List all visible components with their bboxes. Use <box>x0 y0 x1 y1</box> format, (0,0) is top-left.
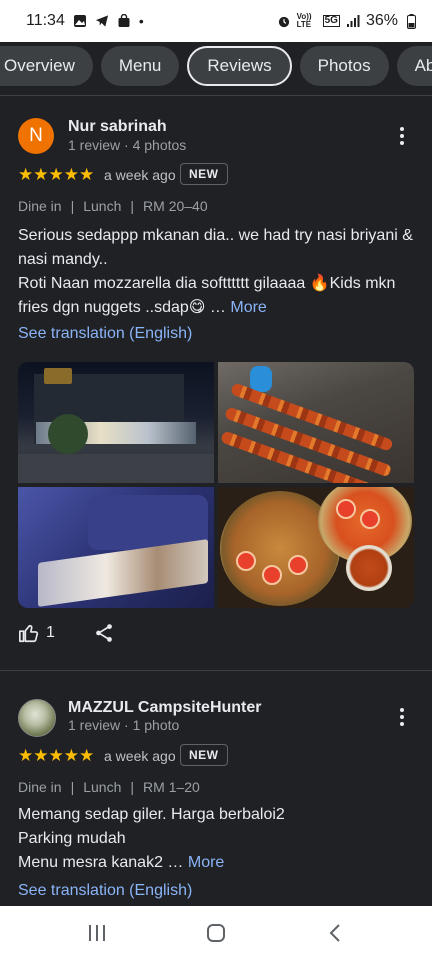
review-photo-satay-grill[interactable] <box>218 362 414 483</box>
review-text-line: Serious sedappp mkanan dia.. we had try … <box>18 227 413 268</box>
notification-dot: • <box>138 13 144 29</box>
star-rating: ★★★★★ <box>18 165 95 184</box>
tag-separator: | <box>130 198 135 214</box>
review-time: a week ago <box>104 748 176 764</box>
reviewer-name[interactable]: Nur sabrinah <box>68 118 167 136</box>
review-text-segment: Roti Naan mozzarella dia softttttt gilaa… <box>18 275 396 316</box>
battery-icon <box>404 13 418 29</box>
tab-about[interactable]: About <box>396 46 432 86</box>
back-icon[interactable] <box>315 913 355 953</box>
review-text-line: Roti Naan mozzarella dia softttttt gilaa… <box>18 272 414 320</box>
review-time: a week ago <box>104 167 176 183</box>
like-icon[interactable] <box>18 622 40 644</box>
review-text-line: Memang sedap giler. Harga berbaloi2 <box>18 806 285 823</box>
review-text-line: Parking mudah <box>18 830 126 847</box>
status-time: 11:34 <box>26 12 65 29</box>
review-photo-briyani[interactable] <box>218 487 414 608</box>
tab-reviews[interactable]: Reviews <box>187 46 292 86</box>
like-count: 1 <box>46 624 55 641</box>
star-rating: ★★★★★ <box>18 746 95 765</box>
review-tags: Dine in | Lunch | RM 1–20 <box>18 779 200 795</box>
home-icon[interactable] <box>196 913 236 953</box>
reviewer-meta: 1 review · 4 photos <box>68 137 187 153</box>
5g-icon: 5G <box>322 15 340 27</box>
new-badge: NEW <box>180 163 228 185</box>
tab-photos[interactable]: Photos <box>299 46 389 86</box>
review-tags: Dine in | Lunch | RM 20–40 <box>18 198 208 214</box>
see-translation-link[interactable]: See translation (English) <box>18 325 192 343</box>
tag-separator: | <box>70 779 75 795</box>
see-translation-link[interactable]: See translation (English) <box>18 882 192 900</box>
recent-apps-icon[interactable] <box>77 913 117 953</box>
more-link[interactable]: More <box>188 854 224 871</box>
share-icon[interactable] <box>93 622 115 644</box>
reviewer-name[interactable]: MAZZUL CampsiteHunter <box>68 699 262 717</box>
image-icon <box>73 14 87 28</box>
battery-percent: 36% <box>365 12 398 29</box>
tab-overview[interactable]: Overview <box>0 46 93 86</box>
review-text-line: Menu mesra kanak2 … More <box>18 851 414 875</box>
review-photo-menu[interactable] <box>18 487 214 608</box>
reviewer-meta: 1 review · 1 photo <box>68 717 180 733</box>
review-divider <box>0 670 432 671</box>
tag-separator: | <box>70 198 75 214</box>
signal-icon <box>346 14 360 28</box>
volte-icon: Vo)) LTE <box>296 12 312 29</box>
review-photos <box>18 362 414 608</box>
tag-service: Dine in <box>18 779 62 795</box>
shop-icon <box>117 14 131 28</box>
more-options-icon[interactable] <box>394 705 410 729</box>
tabs-divider <box>0 95 432 96</box>
system-nav-bar <box>0 906 432 960</box>
tag-meal: Lunch <box>83 779 122 795</box>
avatar[interactable]: N <box>18 118 54 154</box>
alarm-icon <box>277 14 291 28</box>
telegram-icon <box>95 14 109 28</box>
new-badge: NEW <box>180 744 228 766</box>
review-text-segment: Menu mesra kanak2 … <box>18 854 184 871</box>
tag-service: Dine in <box>18 198 62 214</box>
more-options-icon[interactable] <box>394 124 410 148</box>
tag-price: RM 20–40 <box>143 198 208 214</box>
tag-price: RM 1–20 <box>143 779 200 795</box>
tag-meal: Lunch <box>83 198 122 214</box>
tab-bar: Overview Menu Reviews Photos About <box>0 42 432 90</box>
more-link[interactable]: More <box>230 299 266 316</box>
review-photo-restaurant-exterior[interactable] <box>18 362 214 483</box>
status-bar: 11:34 • Vo)) LTE 5G 36% <box>0 0 432 42</box>
tag-separator: | <box>130 779 135 795</box>
review-text: Serious sedappp mkanan dia.. we had try … <box>18 224 414 320</box>
review-actions: 1 <box>18 622 115 644</box>
review-text: Memang sedap giler. Harga berbaloi2 Park… <box>18 803 414 875</box>
tab-menu[interactable]: Menu <box>100 46 180 86</box>
avatar[interactable] <box>18 699 56 737</box>
